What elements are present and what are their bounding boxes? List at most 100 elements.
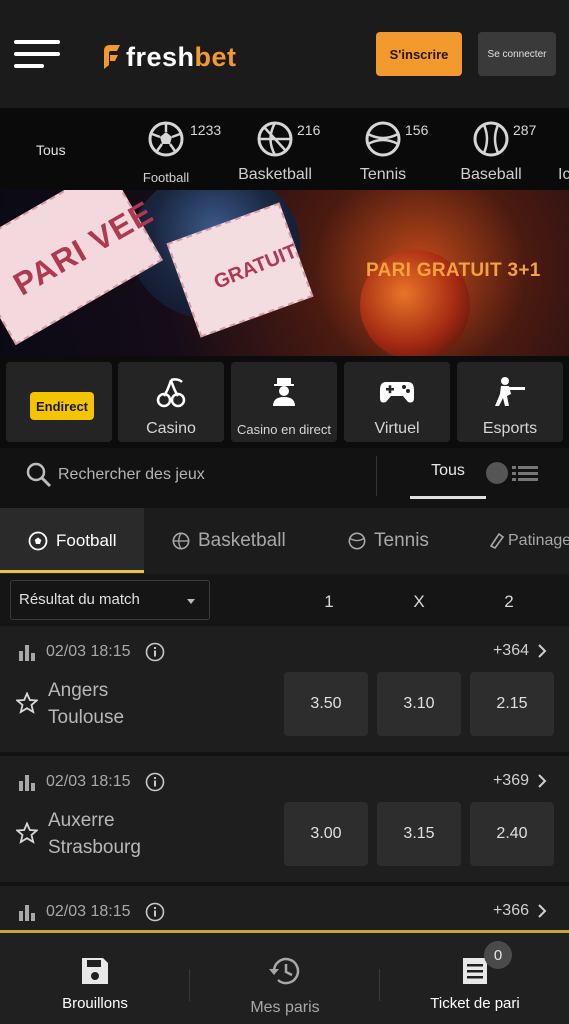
- nav-label: Brouillons: [62, 995, 128, 1012]
- logo-text: freshbet: [126, 41, 237, 72]
- freshbet-logo[interactable]: freshbet: [100, 40, 237, 74]
- sport-item-basketball[interactable]: 216 Basketball: [225, 118, 325, 190]
- gamepad-icon: [380, 382, 414, 403]
- dealer-icon: [273, 378, 295, 406]
- odd-button-2[interactable]: 2.15: [470, 672, 554, 736]
- sport-label: Ic: [558, 166, 569, 183]
- search-icon: [26, 462, 52, 488]
- category-label: Casino en direct: [237, 422, 331, 437]
- filter-tab-all[interactable]: Tous: [410, 462, 486, 480]
- match-row: 02/03 18:15 +369 Auxerre Strasbourg 3.00…: [0, 756, 569, 882]
- favorite-star-icon[interactable]: [16, 692, 38, 714]
- category-tiles: Endirect Casino Casino en direct Virtuel: [0, 356, 569, 448]
- more-markets-link[interactable]: +366: [493, 902, 547, 920]
- column-header-1: 1: [324, 592, 334, 611]
- match-datetime: 02/03 18:15: [46, 643, 131, 660]
- market-header: Résultat du match 1 X 2: [0, 574, 569, 626]
- menu-icon[interactable]: [14, 40, 60, 70]
- nav-bet-slip[interactable]: 0 Ticket de pari: [380, 933, 569, 1024]
- sport-count: 156: [405, 122, 429, 138]
- tennis-icon: [348, 532, 366, 550]
- bet-slip-count-badge: 0: [484, 941, 512, 969]
- sports-strip: Tous 1233 Football 216 Basketball 156 Te…: [0, 108, 569, 190]
- category-virtual[interactable]: Virtuel: [344, 362, 450, 442]
- match-datetime: 02/03 18:15: [46, 773, 131, 790]
- category-live[interactable]: Endirect: [6, 362, 112, 442]
- odd-button-x[interactable]: 3.15: [377, 802, 461, 866]
- app-header: freshbet S'inscrire Se connecter: [0, 0, 569, 108]
- info-icon[interactable]: [145, 642, 165, 662]
- more-markets-link[interactable]: +369: [493, 772, 547, 790]
- odd-button-2[interactable]: 2.40: [470, 802, 554, 866]
- tab-label: Patinage: [508, 532, 569, 549]
- floppy-disk-icon: [82, 958, 108, 984]
- nav-label: Ticket de pari: [430, 995, 520, 1012]
- bottom-nav: Brouillons Mes paris 0 Ticket de pari: [0, 930, 569, 1024]
- match-meta: 02/03 18:15: [18, 902, 165, 922]
- category-live-casino[interactable]: Casino en direct: [231, 362, 337, 442]
- view-toggle[interactable]: [486, 462, 540, 484]
- banner-promo-text: PARI GRATUIT 3+1: [366, 260, 541, 281]
- tab-skating[interactable]: Patinage: [488, 508, 569, 574]
- nav-my-bets[interactable]: Mes paris: [190, 933, 380, 1024]
- soldier-icon: [495, 377, 525, 406]
- category-label: Casino: [146, 420, 196, 437]
- stats-icon[interactable]: [18, 643, 36, 661]
- search-input[interactable]: [58, 460, 358, 490]
- sport-count: 216: [297, 122, 321, 138]
- match-row: 02/03 18:15 +366: [0, 886, 569, 930]
- tab-label: Basketball: [198, 530, 286, 551]
- tennis-icon: [365, 121, 401, 157]
- info-icon[interactable]: [145, 772, 165, 792]
- info-icon[interactable]: [145, 902, 165, 922]
- logo-mark-icon: [104, 45, 120, 69]
- nav-drafts[interactable]: Brouillons: [0, 933, 190, 1024]
- tab-tennis[interactable]: Tennis: [348, 508, 429, 574]
- market-select-value: Résultat du match: [19, 591, 140, 608]
- sport-label: Football: [142, 170, 190, 185]
- match-meta: 02/03 18:15: [18, 772, 165, 792]
- sport-item-football[interactable]: 1233 Football: [116, 118, 221, 190]
- favorite-star-icon[interactable]: [16, 822, 38, 844]
- register-button[interactable]: S'inscrire: [376, 32, 462, 76]
- filter-tab-underline: [410, 496, 486, 499]
- category-label: Esports: [482, 420, 538, 437]
- stats-icon[interactable]: [18, 903, 36, 921]
- chevron-right-icon: [538, 644, 547, 658]
- odd-button-1[interactable]: 3.00: [284, 802, 368, 866]
- divider: [376, 456, 377, 496]
- tab-basketball[interactable]: Basketball: [172, 508, 286, 574]
- sport-item-tennis[interactable]: 156 Tennis: [333, 118, 433, 190]
- login-button[interactable]: Se connecter: [478, 32, 556, 76]
- sport-item-partial[interactable]: Ic: [508, 118, 569, 190]
- caret-down-icon: [187, 599, 195, 604]
- team-away: Strasbourg: [48, 837, 141, 858]
- tab-label: Tennis: [374, 530, 429, 551]
- active-tab-underline: [0, 570, 144, 573]
- category-esports[interactable]: Esports: [457, 362, 563, 442]
- football-icon: [148, 121, 184, 157]
- sport-item-all[interactable]: Tous: [36, 142, 66, 158]
- sport-label: Basketball: [238, 166, 312, 183]
- match-meta: 02/03 18:15: [18, 642, 165, 662]
- nav-label: Mes paris: [250, 999, 320, 1016]
- list-view-icon: [512, 466, 538, 481]
- history-icon: [269, 957, 300, 985]
- chevron-right-icon: [538, 774, 547, 788]
- more-markets-link[interactable]: +364: [493, 642, 547, 660]
- odd-button-1[interactable]: 3.50: [284, 672, 368, 736]
- market-select[interactable]: Résultat du match: [10, 580, 210, 620]
- sport-tabs: Football Basketball Tennis Patinage: [0, 508, 569, 574]
- stats-icon[interactable]: [18, 773, 36, 791]
- category-casino[interactable]: Casino: [118, 362, 224, 442]
- toggle-knob: [486, 462, 508, 484]
- column-header-x: X: [413, 592, 425, 611]
- tab-football[interactable]: Football: [0, 508, 144, 574]
- promo-banner[interactable]: PARI VEE GRATUIT PARI GRATUIT 3+1: [0, 190, 569, 356]
- odd-button-x[interactable]: 3.10: [377, 672, 461, 736]
- column-header-2: 2: [504, 592, 514, 611]
- basketball-icon: [257, 121, 293, 157]
- search-bar: Tous: [0, 448, 569, 508]
- team-home: Angers: [48, 680, 109, 701]
- live-badge: Endirect: [30, 392, 94, 420]
